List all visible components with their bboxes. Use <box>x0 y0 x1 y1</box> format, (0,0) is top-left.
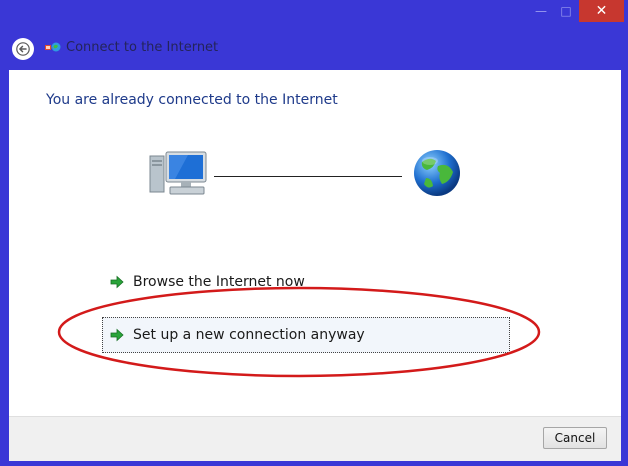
window-title: Connect to the Internet <box>66 40 219 55</box>
maximize-button[interactable]: □ <box>554 0 578 22</box>
connection-line <box>214 176 402 177</box>
red-ellipse-annotation <box>57 286 541 378</box>
cancel-button-label: Cancel <box>554 431 596 445</box>
back-arrow-icon <box>16 42 30 56</box>
content-panel: You are already connected to the Interne… <box>9 70 621 416</box>
cancel-button[interactable]: Cancel <box>543 427 607 449</box>
dialog-footer: Cancel <box>9 416 621 461</box>
minimize-button[interactable]: — <box>528 0 554 22</box>
close-button[interactable]: ✕ <box>579 0 624 22</box>
dialog-window: — □ ✕ Connect to the Internet You are al… <box>0 0 628 466</box>
back-button[interactable] <box>12 38 34 60</box>
page-heading: You are already connected to the Interne… <box>46 92 338 108</box>
maximize-icon: □ <box>560 4 572 18</box>
computer-icon <box>149 151 207 195</box>
minimize-icon: — <box>535 4 547 18</box>
network-connection-icon <box>45 42 61 52</box>
close-icon: ✕ <box>595 3 608 19</box>
globe-icon <box>414 150 460 196</box>
